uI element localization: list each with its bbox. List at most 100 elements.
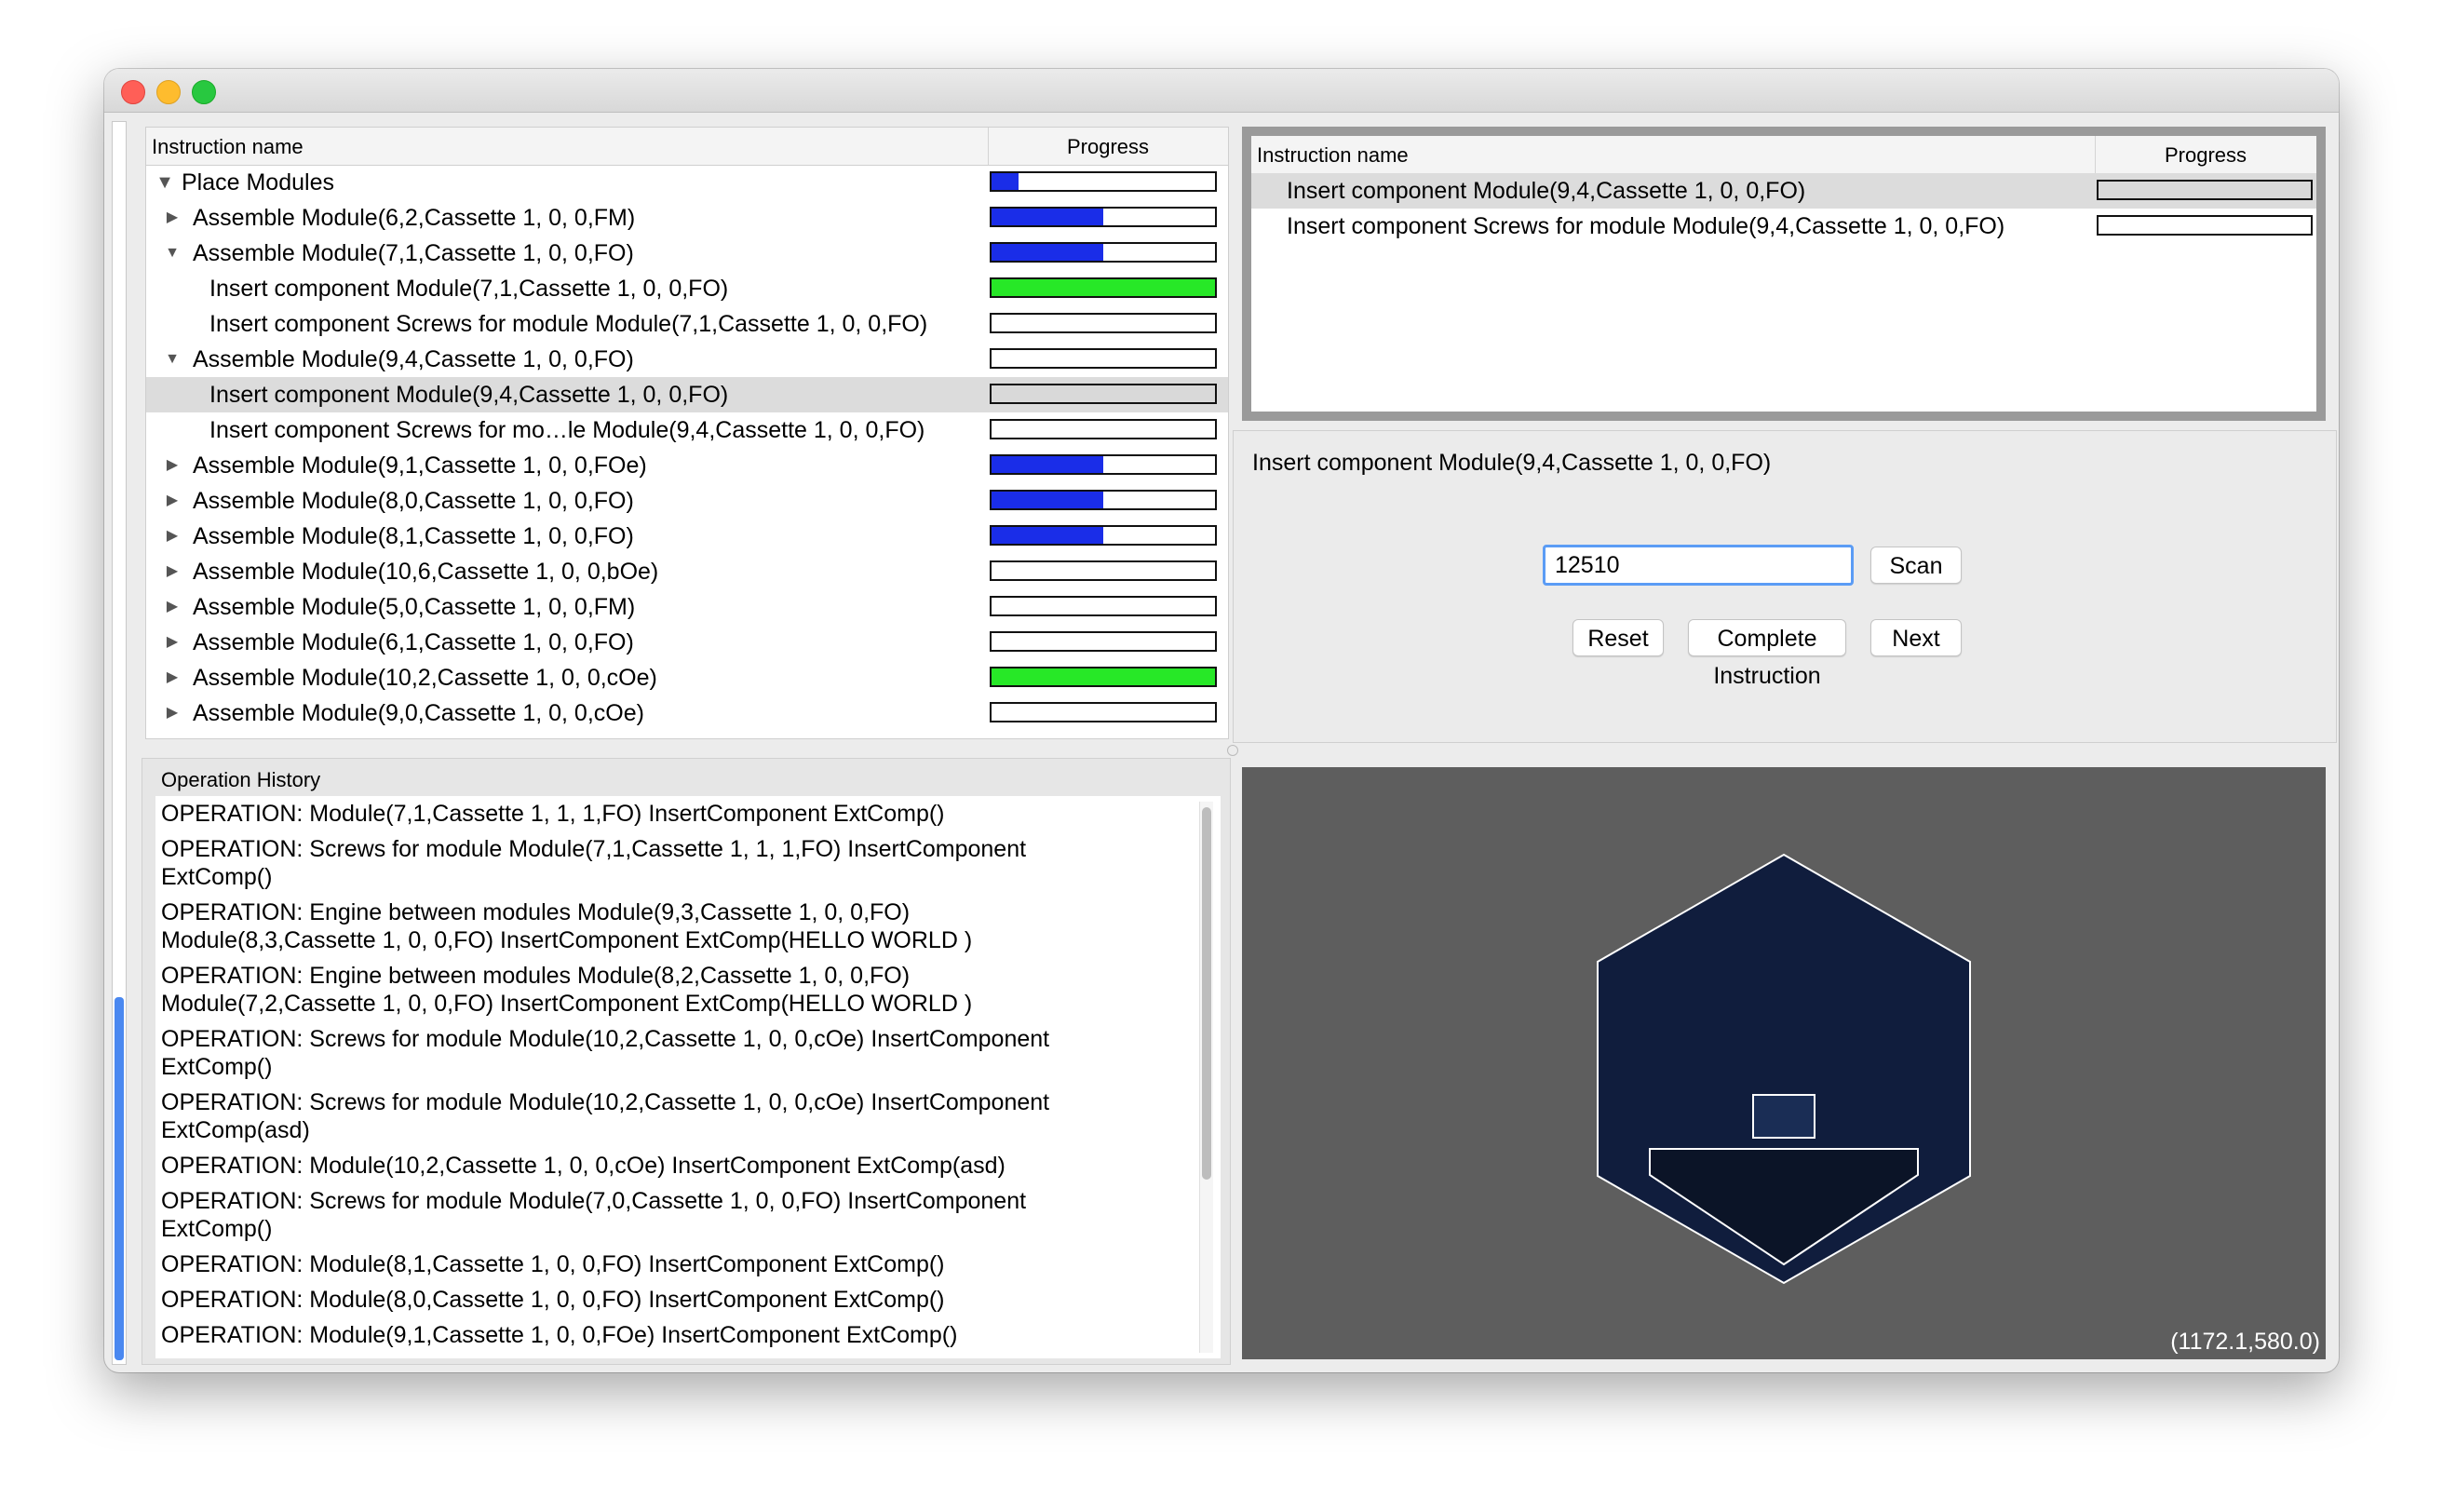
tree-row[interactable]: ▶ Assemble Module(9,0,Cassette 1, 0, 0,cO… (146, 695, 1228, 731)
disclosure-collapsed-icon[interactable]: ▶ (163, 448, 182, 483)
history-entry[interactable]: OPERATION: Module(8,0,Cassette 1, 0, 0,F… (161, 1286, 1148, 1314)
reset-button[interactable]: Reset (1572, 619, 1664, 656)
disclosure-collapsed-icon[interactable]: ▶ (163, 589, 182, 625)
tree-row[interactable]: ▶ Assemble Module(9,1,Cassette 1, 0, 0,FO… (146, 448, 1228, 483)
minimize-window-button[interactable] (156, 80, 181, 104)
progress-fill (992, 492, 1103, 508)
progress-bar (990, 667, 1217, 687)
history-entry-line: Module(8,3,Cassette 1, 0, 0,FO) InsertCo… (161, 927, 973, 953)
progress-bar (990, 419, 1217, 439)
sub-table-row[interactable]: Insert component Module(9,4,Cassette 1, … (1251, 173, 2316, 209)
tree-row-label: Assemble Module(9,1,Cassette 1, 0, 0,FOe… (193, 452, 647, 479)
sub-instruction-table-inner: Instruction name Progress Insert compone… (1251, 136, 2316, 412)
disclosure-expanded-icon[interactable]: ▼ (155, 165, 174, 200)
tree-row[interactable]: ▶ Assemble Module(10,6,Cassette 1, 0, 0,b… (146, 554, 1228, 589)
history-entry-line: OPERATION: Module(10,2,Cassette 1, 0, 0,… (161, 1153, 1006, 1179)
history-entry[interactable]: OPERATION: Engine between modules Module… (161, 898, 1148, 954)
close-window-button[interactable] (121, 80, 145, 104)
progress-bar (990, 384, 1217, 404)
progress-bar (990, 242, 1217, 263)
tree-row-label: Assemble Module(5,0,Cassette 1, 0, 0,FM) (193, 594, 636, 620)
tree-row-label: Assemble Module(8,0,Cassette 1, 0, 0,FO) (193, 488, 634, 514)
sub-instruction-table[interactable]: Instruction name Progress Insert compone… (1242, 127, 2326, 421)
tree-row-label: Place Modules (182, 169, 334, 196)
zoom-window-button[interactable] (192, 80, 216, 104)
history-entry-line: OPERATION: Engine between modules Module… (161, 899, 911, 925)
next-button[interactable]: Next (1870, 619, 1962, 656)
disclosure-expanded-icon[interactable]: ▼ (163, 236, 182, 271)
progress-fill (992, 244, 1103, 261)
history-entry-line: OPERATION: Module(9,1,Cassette 1, 0, 0,F… (161, 1322, 958, 1348)
col-instruction-name[interactable]: Instruction name (1257, 143, 1409, 168)
sub-table-row[interactable]: Insert component Screws for module Modul… (1251, 209, 2316, 244)
tree-row[interactable]: ▶ Assemble Module(5,0,Cassette 1, 0, 0,FM… (146, 589, 1228, 625)
history-entry[interactable]: OPERATION: Screws for module Module(10,2… (161, 1025, 1148, 1081)
tree-row[interactable]: ▶ Assemble Module(6,2,Cassette 1, 0, 0,FM… (146, 200, 1228, 236)
progress-bar (990, 525, 1217, 546)
disclosure-collapsed-icon[interactable]: ▶ (163, 554, 182, 589)
history-scrollbar[interactable] (1199, 802, 1213, 1353)
tree-row[interactable]: ▼ Place Modules (146, 165, 1228, 200)
tree-row[interactable]: Insert component Module(9,4,Cassette 1, … (146, 377, 1228, 412)
history-entry[interactable]: OPERATION: Module(10,2,Cassette 1, 0, 0,… (161, 1152, 1148, 1180)
scan-input[interactable] (1543, 545, 1854, 586)
history-entry-line: OPERATION: Engine between modules Module… (161, 963, 911, 989)
tree-row[interactable]: ▼ Assemble Module(9,4,Cassette 1, 0, 0,FO… (146, 342, 1228, 377)
history-entry-line: ExtComp() (161, 1054, 273, 1080)
history-scrollbar-thumb[interactable] (1202, 807, 1211, 1180)
tree-row-label: Insert component Screws for module Modul… (209, 311, 928, 337)
complete-instruction-button[interactable]: Complete Instruction (1688, 619, 1846, 689)
progress-fill (992, 279, 1215, 296)
tree-row-label: Assemble Module(6,1,Cassette 1, 0, 0,FO) (193, 629, 634, 655)
progress-bar (990, 702, 1217, 722)
side-strip-indicator (115, 997, 124, 1360)
tree-row[interactable]: ▶ Assemble Module(6,1,Cassette 1, 0, 0,FO… (146, 625, 1228, 660)
module-slot[interactable] (1752, 1094, 1815, 1139)
tree-row[interactable]: ▶ Assemble Module(8,0,Cassette 1, 0, 0,FO… (146, 483, 1228, 519)
tree-row[interactable]: ▶ Assemble Module(8,1,Cassette 1, 0, 0,FO… (146, 519, 1228, 554)
module-drawing (1597, 853, 1971, 1285)
operation-history-list[interactable]: OPERATION: Module(7,1,Cassette 1, 1, 1,F… (155, 796, 1221, 1358)
history-entry[interactable]: OPERATION: Screws for module Module(7,1,… (161, 835, 1148, 891)
disclosure-collapsed-icon[interactable]: ▶ (163, 625, 182, 660)
tree-row[interactable]: Insert component Module(7,1,Cassette 1, … (146, 271, 1228, 306)
progress-bar (990, 631, 1217, 652)
disclosure-collapsed-icon[interactable]: ▶ (163, 660, 182, 695)
side-scroll-strip[interactable] (112, 121, 127, 1365)
disclosure-collapsed-icon[interactable]: ▶ (163, 200, 182, 236)
progress-bar (990, 348, 1217, 369)
tree-row-label: Insert component Screws for mo…le Module… (209, 417, 925, 443)
history-entry[interactable]: OPERATION: Module(8,1,Cassette 1, 0, 0,F… (161, 1250, 1148, 1278)
progress-bar (990, 277, 1217, 298)
scan-button[interactable]: Scan (1870, 547, 1962, 584)
history-entry[interactable]: OPERATION: Module(7,1,Cassette 1, 1, 1,F… (161, 800, 1148, 828)
disclosure-collapsed-icon[interactable]: ▶ (163, 519, 182, 554)
tree-row[interactable]: ▼ Assemble Module(7,1,Cassette 1, 0, 0,FO… (146, 236, 1228, 271)
tree-row[interactable]: ▶ Assemble Module(10,2,Cassette 1, 0, 0,c… (146, 660, 1228, 695)
tree-row-label: Assemble Module(6,2,Cassette 1, 0, 0,FM) (193, 205, 636, 231)
tree-row-label: Assemble Module(7,1,Cassette 1, 0, 0,FO) (193, 240, 634, 266)
split-pane-handle[interactable] (1227, 745, 1238, 756)
operation-history-panel: Operation History OPERATION: Module(7,1,… (142, 758, 1231, 1365)
app-window: Instruction name Progress ▼ Place Modules… (104, 69, 2339, 1372)
tree-row-label: Assemble Module(8,1,Cassette 1, 0, 0,FO) (193, 523, 634, 549)
progress-bar (990, 171, 1217, 192)
module-canvas[interactable]: (1172.1,580.0) (1242, 767, 2326, 1359)
history-entry-line: OPERATION: Screws for module Module(7,0,… (161, 1188, 1027, 1214)
history-entry[interactable]: OPERATION: Screws for module Module(10,2… (161, 1088, 1148, 1144)
disclosure-expanded-icon[interactable]: ▼ (163, 342, 182, 377)
history-entry[interactable]: OPERATION: Engine between modules Module… (161, 962, 1148, 1018)
disclosure-collapsed-icon[interactable]: ▶ (163, 483, 182, 519)
tree-row[interactable]: Insert component Screws for mo…le Module… (146, 412, 1228, 448)
tree-row[interactable]: Insert component Screws for module Modul… (146, 306, 1228, 342)
col-progress[interactable]: Progress (2095, 143, 2316, 168)
sub-table-row-label: Insert component Screws for module Modul… (1287, 213, 2005, 239)
instruction-tree[interactable]: Instruction name Progress ▼ Place Modules… (145, 127, 1229, 739)
tree-row-label: Insert component Module(9,4,Cassette 1, … (209, 382, 729, 408)
col-progress[interactable]: Progress (988, 135, 1228, 159)
disclosure-collapsed-icon[interactable]: ▶ (163, 695, 182, 731)
col-instruction-name[interactable]: Instruction name (152, 135, 304, 159)
tree-row-label: Assemble Module(9,4,Cassette 1, 0, 0,FO) (193, 346, 634, 372)
history-entry[interactable]: OPERATION: Module(9,1,Cassette 1, 0, 0,F… (161, 1321, 1148, 1349)
history-entry[interactable]: OPERATION: Screws for module Module(7,0,… (161, 1187, 1148, 1243)
